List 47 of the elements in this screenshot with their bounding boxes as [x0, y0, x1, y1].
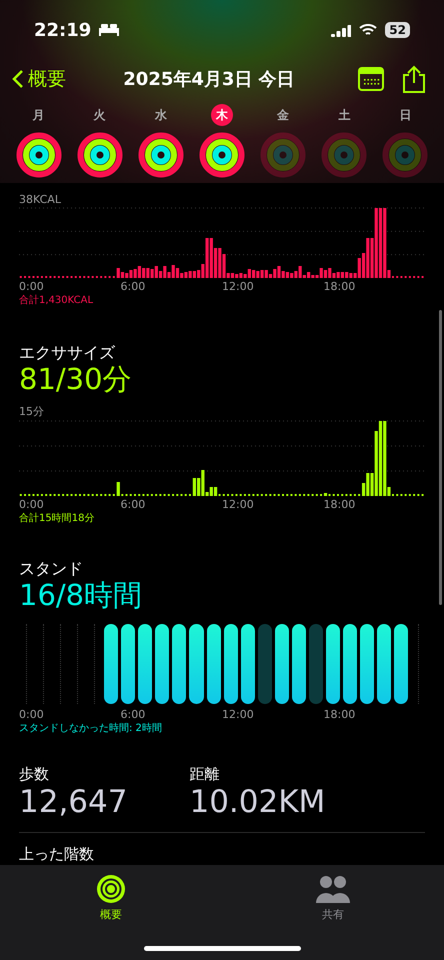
day-tab[interactable]: 水 — [150, 104, 172, 126]
tab-bar-item[interactable]: 概要 — [0, 875, 222, 922]
day-tab[interactable]: 木 — [210, 104, 233, 126]
axis-label: 6:00 — [120, 498, 146, 511]
axis-label: 0:00 — [19, 708, 45, 721]
calendar-icon — [358, 67, 384, 91]
axis-label: 18:00 — [324, 280, 356, 293]
axis-label: 18:00 — [324, 708, 356, 721]
axis-label: 0:00 — [19, 498, 45, 511]
signal-icon — [331, 24, 352, 36]
back-button[interactable]: 概要 — [12, 66, 66, 92]
stat-value: 10.02KM — [189, 784, 326, 820]
exercise-value: 81/30分 — [19, 364, 133, 396]
chart-top-label: 15分 — [19, 404, 45, 419]
nav-title: 2025年4月3日 今日 — [122, 68, 296, 91]
day-tab[interactable]: 土 — [333, 104, 356, 126]
tab-bar-item[interactable]: 共有 — [222, 875, 444, 922]
back-chevron-icon — [12, 69, 24, 89]
axis-label: 18:00 — [324, 498, 356, 511]
chart-top-label: 38KCAL — [19, 193, 62, 206]
section-title: エクササイズ — [19, 343, 116, 364]
rings-icon — [97, 875, 125, 903]
section-title: 上った階数 — [19, 844, 95, 864]
axis-label: 12:00 — [222, 708, 255, 721]
battery-level: 52 — [385, 22, 410, 38]
stand-value: 16/8時間 — [19, 580, 144, 612]
day-tab[interactable]: 日 — [394, 104, 416, 126]
day-tab[interactable]: 火 — [88, 104, 111, 126]
axis-label: 12:00 — [222, 280, 255, 293]
axis-label: 12:00 — [222, 498, 255, 511]
day-tab[interactable]: 金 — [272, 104, 294, 126]
wifi-icon — [359, 24, 378, 36]
total-label: 合計15時間18分 — [19, 512, 96, 525]
status-time: 22:19 — [34, 20, 92, 40]
axis-label: 6:00 — [120, 280, 146, 293]
stand-note: スタンドしなかった時間: 2時間 — [19, 722, 163, 735]
axis-label: 0:00 — [19, 280, 45, 293]
stat-value: 12,647 — [19, 784, 128, 820]
stat-label: 歩数 — [19, 764, 50, 784]
bed-icon — [99, 24, 120, 36]
section-title: スタンド — [19, 558, 84, 580]
total-label: 合計1,430KCAL — [19, 294, 94, 307]
day-tab[interactable]: 月 — [28, 104, 50, 126]
share-icon — [402, 65, 426, 93]
stat-label: 距離 — [189, 764, 220, 784]
people-icon — [316, 875, 350, 903]
axis-label: 6:00 — [120, 708, 146, 721]
